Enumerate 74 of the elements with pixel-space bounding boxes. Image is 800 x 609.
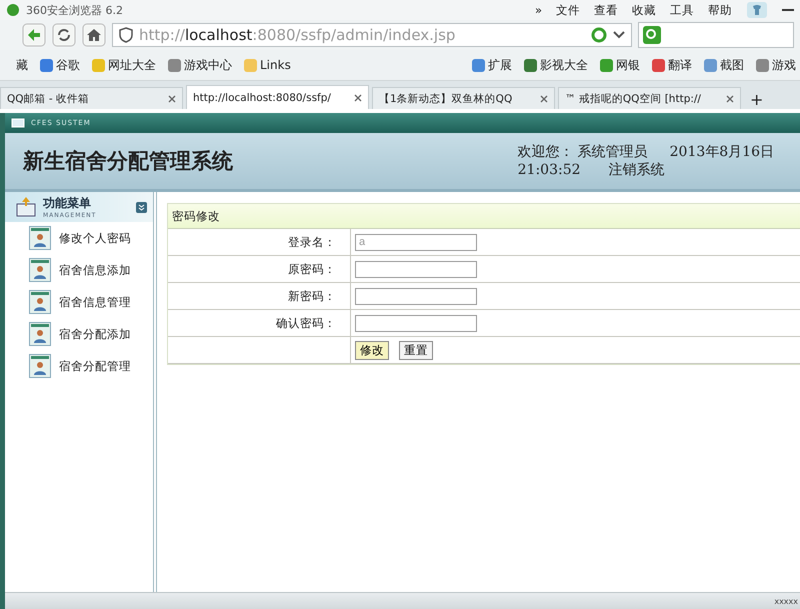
toolbar-button[interactable]: 影视大全 bbox=[524, 56, 588, 74]
user-card-icon bbox=[29, 354, 51, 378]
address-field[interactable]: http://localhost:8080/ssfp/admin/index.jsp bbox=[112, 23, 632, 47]
bookmark-link[interactable]: Links bbox=[244, 56, 291, 74]
input-field[interactable] bbox=[355, 288, 477, 304]
tab-label: http://localhost:8080/ssfp/ bbox=[193, 92, 332, 104]
menu-item[interactable]: 文件 bbox=[556, 2, 580, 18]
menu-item[interactable]: 帮助 bbox=[708, 2, 732, 18]
user-card-icon bbox=[29, 290, 51, 314]
minimize-icon[interactable] bbox=[782, 8, 794, 12]
home-icon[interactable] bbox=[82, 23, 106, 47]
menu-item[interactable]: 宿舍信息添加 bbox=[59, 262, 131, 278]
toolbar-button[interactable]: 网银 bbox=[600, 56, 640, 74]
collapse-icon[interactable] bbox=[136, 202, 147, 212]
welcome-label: 欢迎您： bbox=[518, 143, 574, 161]
menu-item[interactable]: 查看 bbox=[594, 2, 618, 18]
window-title: 360安全浏览器 6.2 bbox=[26, 2, 123, 18]
search-icon[interactable] bbox=[643, 26, 661, 44]
bookmark-link[interactable]: 藏 bbox=[0, 56, 28, 74]
ie-icon[interactable] bbox=[591, 27, 607, 43]
user-card-icon bbox=[29, 322, 51, 346]
monitor-icon bbox=[11, 118, 25, 128]
app-title: 新生宿舍分配管理系统 bbox=[23, 147, 233, 175]
bookmark-link[interactable]: 网址大全 bbox=[92, 56, 156, 74]
close-icon[interactable] bbox=[540, 94, 548, 102]
menu-item[interactable]: 修改个人密码 bbox=[59, 230, 131, 246]
toolbar-button[interactable]: 扩展 bbox=[472, 56, 512, 74]
close-icon[interactable] bbox=[726, 94, 734, 102]
input-field[interactable] bbox=[355, 314, 477, 332]
user-card-icon bbox=[29, 258, 51, 282]
shirt-icon[interactable] bbox=[746, 1, 768, 19]
field-label: 登录名： bbox=[288, 234, 336, 250]
bookmark-link[interactable]: 谷歌 bbox=[40, 56, 80, 74]
browser-tab[interactable]: http://localhost:8080/ssfp/ bbox=[186, 85, 369, 109]
form-button[interactable]: 修改 bbox=[355, 340, 389, 360]
tab-label: QQ邮箱 - 收件箱 bbox=[7, 92, 90, 106]
refresh-icon[interactable] bbox=[52, 23, 76, 47]
close-icon[interactable] bbox=[168, 94, 176, 102]
logout-link[interactable]: 注销系统 bbox=[608, 161, 665, 179]
new-tab-button[interactable]: + bbox=[744, 90, 770, 109]
menu-item[interactable]: 工具 bbox=[670, 2, 694, 18]
input-field[interactable] bbox=[355, 260, 477, 278]
search-field[interactable] bbox=[638, 22, 794, 48]
user-name: 系统管理员 bbox=[578, 143, 648, 161]
menu-item[interactable]: 收藏 bbox=[632, 2, 656, 18]
menu-item[interactable]: 宿舍信息管理 bbox=[59, 294, 131, 310]
date-text: 2013年8月16日 bbox=[670, 143, 774, 161]
field-label: 新密码： bbox=[288, 288, 336, 304]
toolbar-button[interactable]: 游戏 bbox=[756, 56, 796, 74]
browser-logo-icon bbox=[6, 3, 20, 17]
toolbar-button[interactable]: 翻译 bbox=[652, 56, 692, 74]
user-card-icon bbox=[29, 226, 51, 250]
field-label: 确认密码： bbox=[276, 316, 336, 330]
field-label: 原密码： bbox=[288, 262, 336, 276]
shield-icon bbox=[119, 27, 133, 43]
close-icon[interactable] bbox=[354, 94, 362, 102]
time-text: 21:03:52 bbox=[518, 161, 581, 179]
tab-label: ™ 戒指呢的QQ空间 [http:// bbox=[565, 92, 702, 106]
bookmark-link[interactable]: 游戏中心 bbox=[168, 56, 232, 74]
menu-item[interactable]: » bbox=[534, 3, 542, 17]
status-text: xxxxx bbox=[774, 596, 798, 606]
folder-icon bbox=[15, 196, 37, 218]
menu-title: 功能菜单 bbox=[43, 195, 92, 212]
toolbar-button[interactable]: 截图 bbox=[704, 56, 744, 74]
browser-tab[interactable]: ™ 戒指呢的QQ空间 [http:// bbox=[558, 87, 741, 109]
back-icon[interactable] bbox=[22, 23, 46, 47]
browser-tab[interactable]: QQ邮箱 - 收件箱 bbox=[0, 87, 183, 109]
browser-tab[interactable]: 【1条新动态】双鱼林的QQ bbox=[372, 87, 555, 109]
tab-label: 【1条新动态】双鱼林的QQ bbox=[379, 92, 514, 106]
form-button[interactable]: 重置 bbox=[399, 340, 433, 360]
dropdown-icon[interactable] bbox=[613, 31, 625, 39]
menu-item[interactable]: 宿舍分配管理 bbox=[59, 358, 131, 374]
menu-item[interactable]: 宿舍分配添加 bbox=[59, 326, 131, 342]
panel-title: 密码修改 bbox=[172, 208, 220, 224]
